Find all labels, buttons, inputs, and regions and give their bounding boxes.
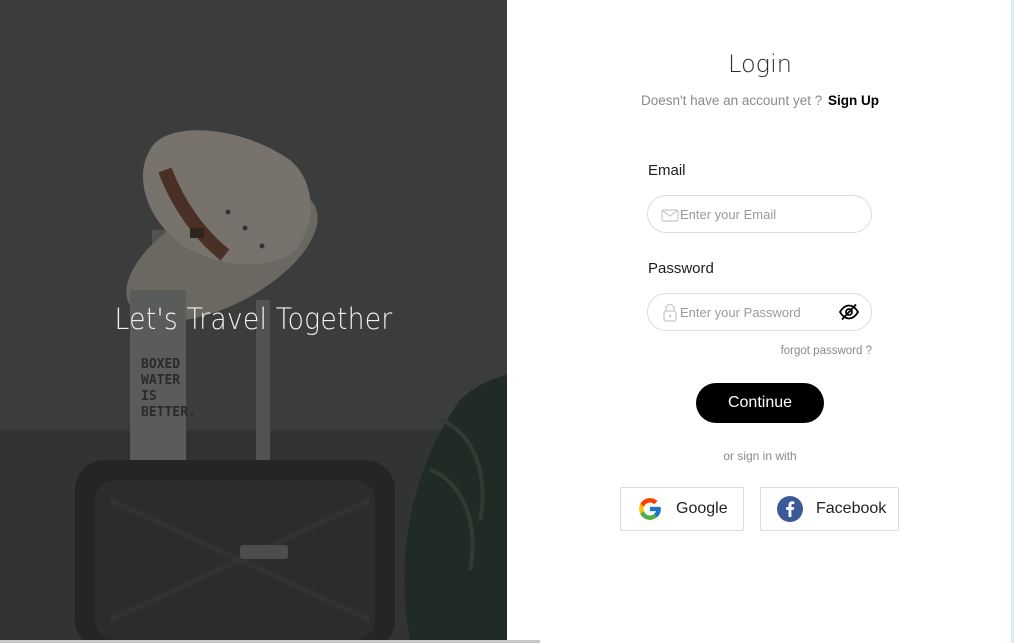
email-label: Email <box>648 162 686 179</box>
svg-text:WATER: WATER <box>141 373 180 388</box>
password-field-wrapper <box>647 293 872 331</box>
facebook-icon <box>777 496 803 522</box>
google-signin-button[interactable]: Google <box>620 487 744 531</box>
svg-text:BETTER.: BETTER. <box>141 405 196 420</box>
password-input[interactable] <box>680 294 840 330</box>
svg-text:BOXED: BOXED <box>141 357 180 372</box>
email-field-wrapper <box>647 195 872 233</box>
eye-slash-icon[interactable] <box>838 302 860 322</box>
google-icon <box>639 498 661 520</box>
facebook-signin-button[interactable]: Facebook <box>760 487 899 531</box>
hero-title: Let's Travel Together <box>114 302 393 336</box>
google-label: Google <box>676 500 728 517</box>
email-input[interactable] <box>680 196 840 232</box>
facebook-label: Facebook <box>816 500 887 517</box>
signup-prompt-line: Doesn't have an account yet ? Sign Up <box>507 93 1013 108</box>
signup-prompt: Doesn't have an account yet ? <box>641 93 823 108</box>
lock-icon <box>663 303 677 322</box>
continue-button[interactable]: Continue <box>696 383 824 423</box>
or-sign-in-with-text: or sign in with <box>723 449 797 463</box>
hero-panel: BOXED WATER IS BETTER. Let's Travel Toge… <box>0 0 507 640</box>
login-title: Login <box>728 50 792 78</box>
envelope-icon <box>661 209 679 222</box>
login-panel: Login Doesn't have an account yet ? Sign… <box>507 0 1014 643</box>
svg-text:IS: IS <box>141 389 157 404</box>
signup-link[interactable]: Sign Up <box>828 93 879 108</box>
forgot-password-link[interactable]: forgot password ? <box>781 345 872 357</box>
password-label: Password <box>648 260 714 277</box>
